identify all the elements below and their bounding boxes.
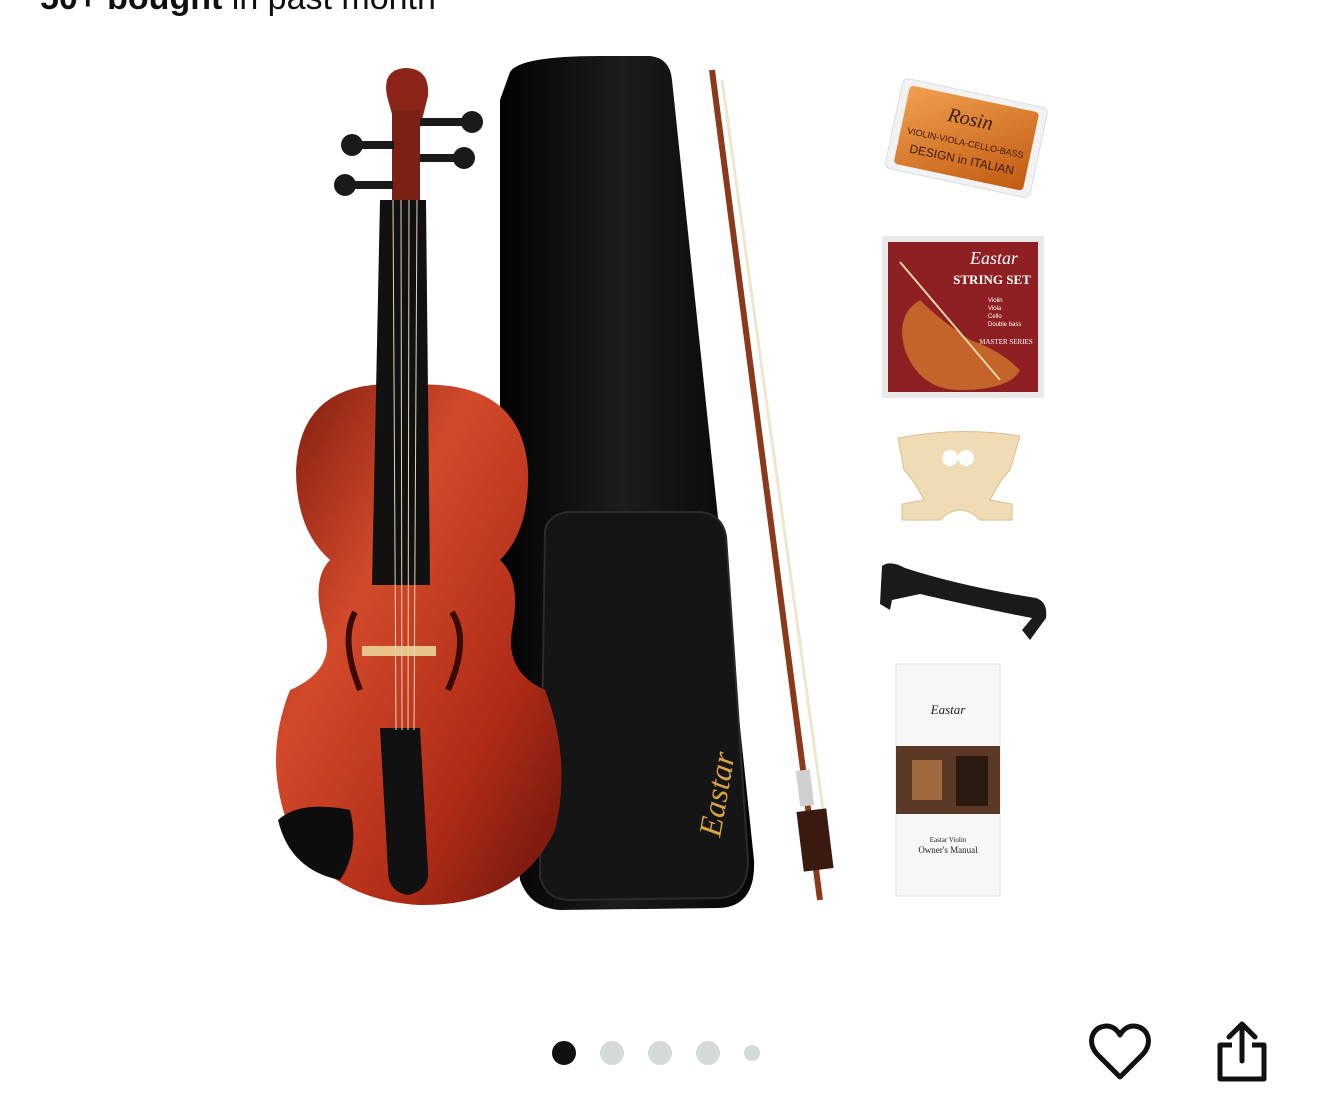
carousel-dot-1[interactable] <box>552 1041 576 1065</box>
violin-bridge <box>897 430 1021 521</box>
svg-text:Cello: Cello <box>988 314 1002 320</box>
svg-text:Violin: Violin <box>988 298 1003 304</box>
heart-icon <box>1089 1023 1151 1080</box>
bought-word: bought <box>107 0 222 17</box>
svg-text:MASTER SERIES: MASTER SERIES <box>979 338 1033 346</box>
svg-text:STRING SET: STRING SET <box>953 272 1031 287</box>
string-set: Eastar STRING SET Violin Viola Cello Dou… <box>882 236 1044 398</box>
bought-suffix: in past month <box>232 0 436 17</box>
bought-in-past-month: 50+ bought in past month <box>40 0 436 18</box>
svg-text:Eastar Violin: Eastar Violin <box>930 836 967 844</box>
add-to-wishlist-button[interactable] <box>1084 1016 1156 1088</box>
svg-text:Double bass: Double bass <box>988 322 1021 328</box>
owners-manual: Eastar Eastar Violin Owner's Manual <box>895 663 1001 897</box>
image-carousel-indicator[interactable] <box>552 1040 760 1066</box>
share-button[interactable] <box>1206 1016 1278 1088</box>
rosin: Rosin VIOLIN-VIOLA-CELLO-BASS DESIGN in … <box>885 78 1048 198</box>
carousel-dot-5[interactable] <box>744 1045 760 1061</box>
carousel-dot-4[interactable] <box>696 1041 720 1065</box>
svg-text:Viola: Viola <box>988 306 1002 312</box>
svg-text:Owner's Manual: Owner's Manual <box>918 845 978 855</box>
svg-text:Eastar: Eastar <box>969 248 1019 268</box>
carousel-dot-3[interactable] <box>648 1041 672 1065</box>
carousel-dot-2[interactable] <box>600 1041 624 1065</box>
shoulder-rest <box>880 563 1047 640</box>
bought-count: 50+ <box>40 0 98 17</box>
product-image[interactable]: Eastar Rosin VIOLIN-VIOLA-CELLO-BASS DES… <box>0 40 1320 990</box>
svg-text:Eastar: Eastar <box>930 702 967 717</box>
share-icon <box>1217 1021 1267 1082</box>
